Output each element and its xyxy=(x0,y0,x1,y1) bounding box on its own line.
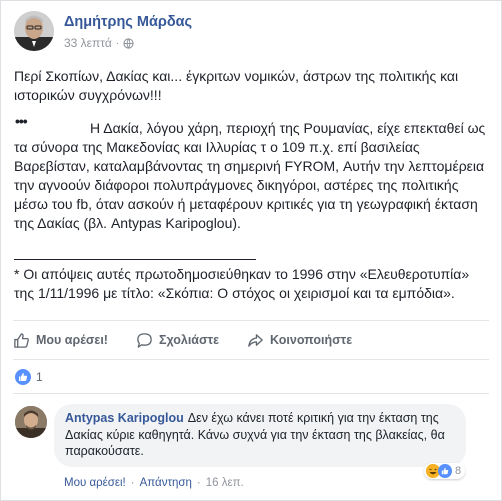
reactions-summary[interactable]: 1 xyxy=(15,369,43,385)
comment-like-link[interactable]: Μου αρέσει! xyxy=(64,477,126,489)
post-paragraph-body-text: Η Δακία, λόγου χάρη, περιοχή της Ρουμανί… xyxy=(14,120,486,231)
post-author-name[interactable]: Δημήτρης Μάρδας xyxy=(64,14,192,30)
reaction-count: 1 xyxy=(36,370,43,384)
comment-reactions[interactable]: 8 xyxy=(424,463,466,479)
post-action-bar: Μου αρέσει! Σχολιάστε Κοινοποιήστε xyxy=(13,323,489,357)
reactions-divider xyxy=(13,393,489,394)
post-timestamp[interactable]: 33 λεπτά xyxy=(64,36,112,50)
post-paragraph-body: Η Δακία, λόγου χάρη, περιοχή της Ρουμανί… xyxy=(14,119,489,233)
comment-reply-link[interactable]: Απάντηση xyxy=(140,477,192,489)
share-arrow-icon xyxy=(248,333,263,347)
comment-bubble: Antypas Karipoglou Δεν έχω κάνει ποτέ κρι… xyxy=(54,404,466,467)
share-button-label: Κοινοποιήστε xyxy=(270,333,353,347)
comment-button-label: Σχολιάστε xyxy=(158,333,220,347)
globe-icon[interactable] xyxy=(123,37,134,49)
comment-bubble-icon xyxy=(137,332,152,348)
comment-timestamp[interactable]: 16 λεπ. xyxy=(206,477,244,489)
author-avatar[interactable] xyxy=(14,11,54,51)
comment-actions: Μου αρέσει! · Απάντηση · 16 λεπ. xyxy=(64,477,244,489)
meta-separator: · xyxy=(115,37,120,49)
comment-reaction-count: 8 xyxy=(455,465,462,477)
like-button[interactable]: Μου αρέσει! xyxy=(13,332,108,349)
like-button-label: Μου αρέσει! xyxy=(36,333,108,347)
footnote-divider xyxy=(14,259,256,260)
like-reaction-icon xyxy=(15,369,31,385)
like-reaction-icon xyxy=(438,464,452,478)
comment-actions-separator: · xyxy=(196,477,201,489)
post-paragraph-intro: Περί Σκοπίων, Δακίας και... έγκριτων νομ… xyxy=(14,68,459,103)
share-button[interactable]: Κοινοποιήστε xyxy=(247,332,352,349)
comment-actions-separator: · xyxy=(130,477,135,489)
post-paragraph-footnote: * Οι απόψεις αυτές πρωτοδημοσιεύθηκαν το… xyxy=(14,266,470,301)
comment-author-name[interactable]: Antypas Karipoglou xyxy=(65,411,184,425)
comment-button[interactable]: Σχολιάστε xyxy=(136,332,219,349)
action-divider-bottom xyxy=(13,359,489,360)
post-meta: 33 λεπτά · xyxy=(64,36,134,50)
action-divider-top xyxy=(13,320,489,321)
facebook-post: Δημήτρης Μάρδας 33 λεπτά · Περί Σκοπίων,… xyxy=(0,0,502,501)
commenter-avatar[interactable] xyxy=(15,406,47,438)
like-thumb-icon xyxy=(14,332,29,348)
